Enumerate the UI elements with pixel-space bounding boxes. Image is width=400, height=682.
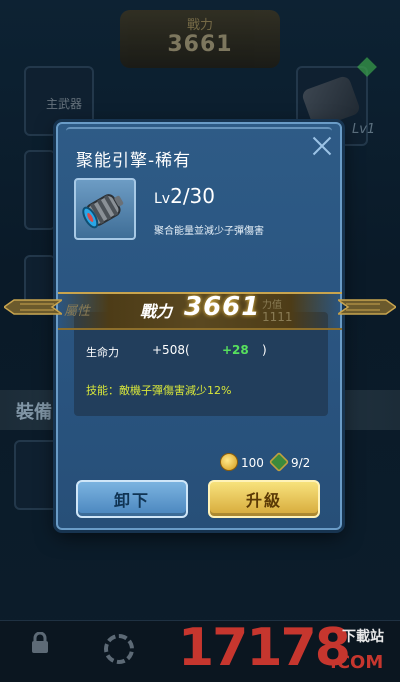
unequip-button[interactable]: 卸下 [76,480,188,518]
gear-icon [104,634,134,664]
coin-cost: 100 [241,456,264,470]
upgrade-button[interactable]: 升級 [208,480,320,518]
stat-value: +508( [152,343,190,357]
bg-power-value: 3661 [167,32,233,57]
right-wing-icon [338,299,396,315]
banner-ghost-right-bottom: 1111 [262,310,293,324]
bg-power-plate: 戰力 3661 [120,10,280,68]
banner-ghost-right-top: 力值 [262,300,282,311]
parts-icon [268,451,290,473]
bg-slot-label: 主武器 [46,97,83,111]
item-description: 聚合能量並減少子彈傷害 [154,226,264,237]
engine-icon [82,194,124,229]
lock-icon [32,632,48,653]
coin-icon [220,453,238,471]
stat-bonus: +28 [222,343,249,357]
watermark-number: 17178 [178,618,351,678]
watermark-domain: .COM [330,652,384,673]
power-label: 戰力 [140,302,173,321]
stat-close-paren: ) [262,343,267,357]
bg-side-level: Lv1 [352,122,376,137]
skill-text: 技能：敵機子彈傷害減少12% [86,384,232,397]
left-wing-icon [4,299,62,315]
close-icon[interactable] [310,134,334,158]
bg-power-title: 戰力 [186,18,213,33]
item-icon-frame [74,178,136,240]
watermark-sub: 下載站 [342,629,384,645]
bg-equip-label: 裝備 [16,402,52,423]
parts-cost: 9/2 [291,456,311,470]
stat-label: 生命力 [86,346,119,359]
level-prefix: Lv [154,191,171,207]
dialog-title: 聚能引擎-稀有 [76,151,192,171]
power-value: 3661 [184,292,261,322]
banner-ghost-label: 屬性 [64,304,91,319]
bg-slot [24,150,56,230]
level-value: 2/30 [170,184,216,208]
item-level: Lv2/30 [154,184,215,208]
